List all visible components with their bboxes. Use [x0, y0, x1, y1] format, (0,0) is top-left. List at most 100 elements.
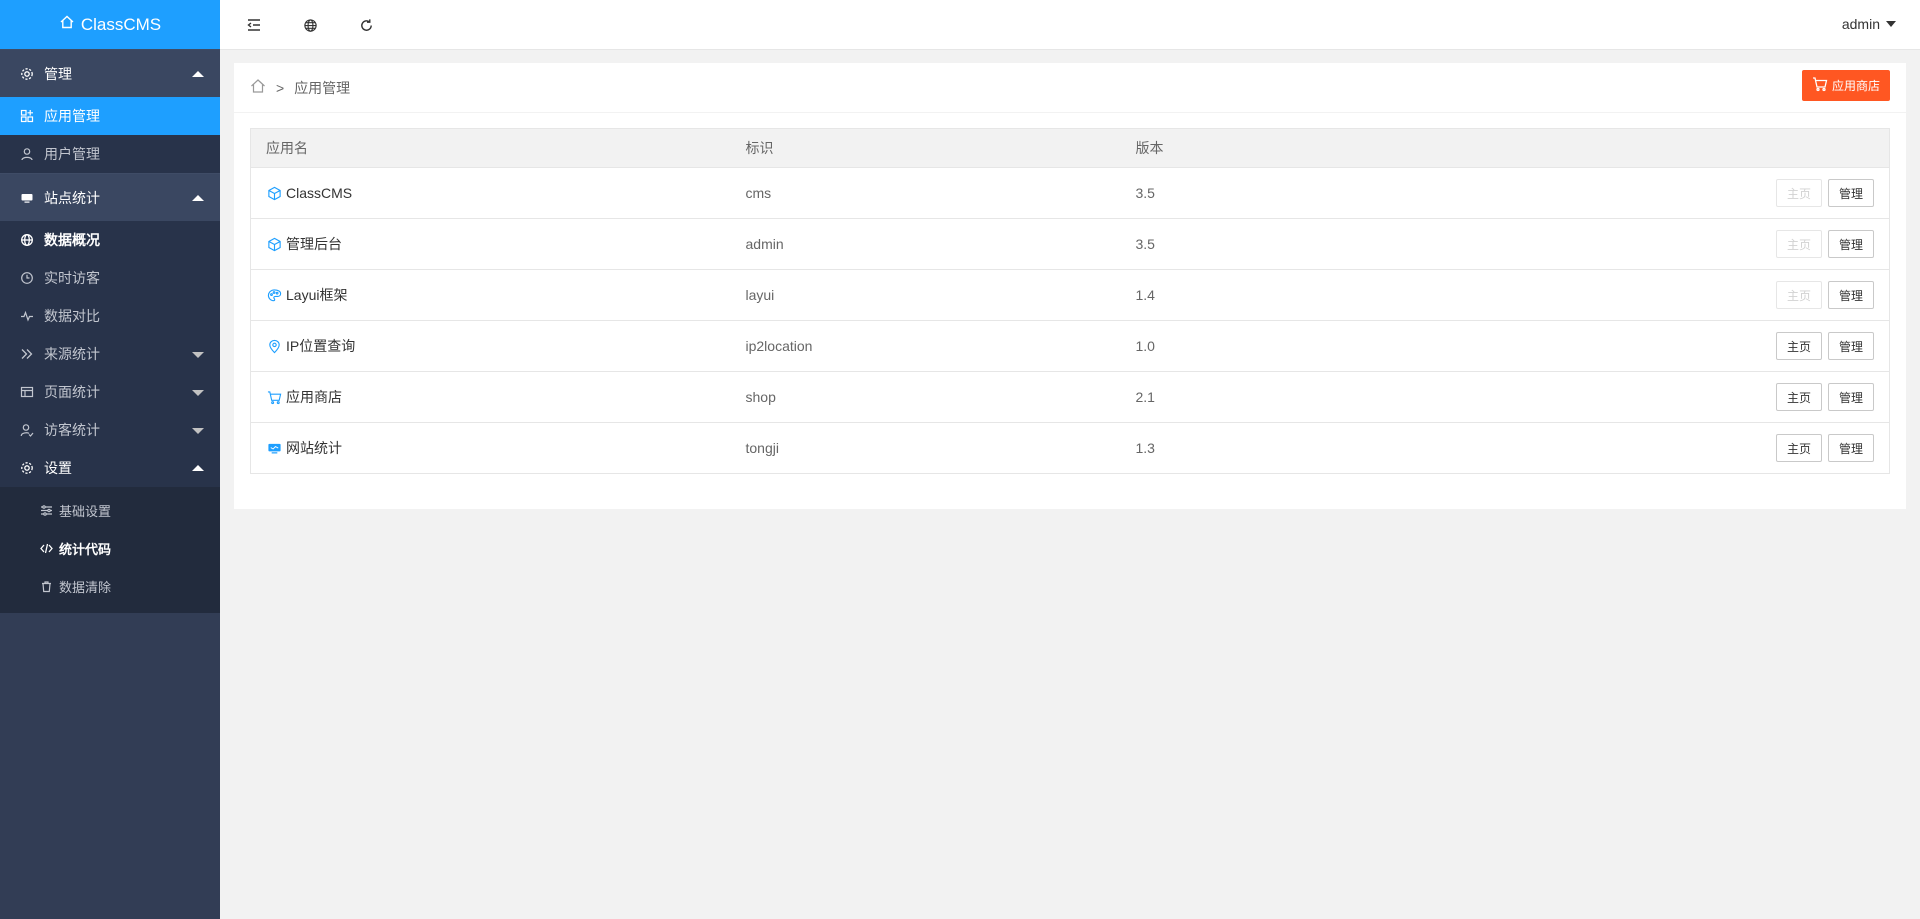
- app-version: 3.5: [1120, 218, 1521, 270]
- globe-icon[interactable]: [298, 13, 322, 37]
- nav-group-manage[interactable]: 管理: [0, 49, 220, 97]
- caret-up-icon: [192, 71, 204, 77]
- sidebar: ClassCMS 管理 应用管理 用户管理 站点统计 数据概况 实时访客 数据对…: [0, 0, 220, 919]
- logo[interactable]: ClassCMS: [0, 0, 220, 49]
- sidebar-item-label: 实时访客: [44, 270, 100, 286]
- app-version: 3.5: [1120, 167, 1521, 219]
- home-button[interactable]: 主页: [1775, 230, 1822, 258]
- monitor-icon: [266, 441, 282, 457]
- manage-button[interactable]: 管理: [1827, 179, 1874, 207]
- manage-button[interactable]: 管理: [1827, 281, 1874, 309]
- table-row: IP位置查询 ip2location 1.0 主页 管理: [250, 320, 1890, 372]
- sidebar-item-label: 数据对比: [44, 308, 100, 324]
- app-id: ip2location: [730, 320, 1121, 372]
- sidebar-item-label: 用户管理: [44, 146, 100, 162]
- home-button[interactable]: 主页: [1775, 383, 1822, 411]
- nav-group-stats[interactable]: 站点统计: [0, 173, 220, 221]
- home-button[interactable]: 主页: [1775, 332, 1822, 360]
- app-id: shop: [730, 371, 1121, 423]
- home-icon[interactable]: [250, 78, 266, 97]
- app-name: IP位置查询: [286, 338, 356, 354]
- user-check-icon: [20, 423, 34, 437]
- clock-icon: [20, 271, 34, 285]
- refresh-icon[interactable]: [354, 13, 378, 37]
- home-button[interactable]: 主页: [1775, 179, 1822, 207]
- app-version: 1.3: [1120, 422, 1521, 474]
- sidebar-item-realtime[interactable]: 实时访客: [0, 259, 220, 297]
- home-button[interactable]: 主页: [1775, 434, 1822, 462]
- breadcrumb: > 应用管理: [234, 63, 1906, 113]
- gear-icon: [20, 461, 34, 475]
- manage-button[interactable]: 管理: [1827, 383, 1874, 411]
- layout-icon: [20, 385, 34, 399]
- manage-button[interactable]: 管理: [1827, 230, 1874, 258]
- caret-up-icon: [192, 465, 204, 471]
- sidebar-item-source[interactable]: 来源统计: [0, 335, 220, 373]
- menu-fold-icon[interactable]: [242, 13, 266, 37]
- table-row: 网站统计 tongji 1.3 主页 管理: [250, 422, 1890, 474]
- app-name: ClassCMS: [286, 184, 353, 201]
- sidebar-item-app-manage[interactable]: 应用管理: [0, 97, 220, 135]
- app-name: 应用商店: [286, 389, 342, 405]
- home-icon: [59, 14, 75, 35]
- home-button[interactable]: 主页: [1775, 281, 1822, 309]
- caret-up-icon: [192, 195, 204, 201]
- app-store-button[interactable]: 应用商店: [1801, 70, 1890, 101]
- apps-icon: [20, 109, 34, 123]
- sidebar-item-label: 数据概况: [44, 232, 100, 248]
- sidebar-nav: 管理 应用管理 用户管理 站点统计 数据概况 实时访客 数据对比 来源统计 页面…: [0, 49, 220, 613]
- user-icon: [20, 147, 34, 161]
- main-card: > 应用管理 应用商店 应用名 标识 版本 ClassCMS cms 3.5 主…: [234, 63, 1906, 509]
- sidebar-item-data-clear[interactable]: 数据清除: [0, 567, 220, 605]
- cart-icon: [266, 390, 282, 406]
- app-name-cell: Layui框架: [250, 269, 731, 321]
- sidebar-item-label: 页面统计: [44, 384, 100, 400]
- col-header-version: 版本: [1120, 128, 1521, 168]
- nav-group-label: 设置: [44, 460, 72, 476]
- gear-icon: [20, 67, 34, 81]
- app-name: 网站统计: [286, 440, 342, 456]
- nav-group-settings[interactable]: 设置: [0, 449, 220, 487]
- breadcrumb-separator: >: [276, 79, 285, 96]
- app-version: 1.0: [1120, 320, 1521, 372]
- cube-icon: [266, 237, 282, 253]
- app-name-cell: 应用商店: [250, 371, 731, 423]
- app-ops: 主页 管理: [1520, 269, 1890, 321]
- app-ops: 主页 管理: [1520, 218, 1890, 270]
- cart-icon: [1812, 76, 1828, 95]
- app-version: 2.1: [1120, 371, 1521, 423]
- sidebar-item-label: 访客统计: [44, 422, 100, 438]
- app-name: Layui框架: [286, 287, 348, 303]
- app-name: 管理后台: [286, 236, 342, 252]
- sidebar-item-stat-code[interactable]: 统计代码: [0, 529, 220, 567]
- app-id: admin: [730, 218, 1121, 270]
- sidebar-item-data-overview[interactable]: 数据概况: [0, 221, 220, 259]
- sidebar-item-basic-settings[interactable]: 基础设置: [0, 491, 220, 529]
- palette-icon: [266, 288, 282, 304]
- sidebar-item-label: 来源统计: [44, 346, 100, 362]
- app-id: cms: [730, 167, 1121, 219]
- col-header-id: 标识: [730, 128, 1121, 168]
- app-store-label: 应用商店: [1831, 79, 1880, 93]
- sidebar-item-user-manage[interactable]: 用户管理: [0, 135, 220, 173]
- table-row: Layui框架 layui 1.4 主页 管理: [250, 269, 1890, 321]
- username: admin: [1841, 16, 1880, 32]
- app-id: layui: [730, 269, 1121, 321]
- app-name-cell: 网站统计: [250, 422, 731, 474]
- user-menu[interactable]: admin: [1842, 16, 1896, 32]
- table-row: 管理后台 admin 3.5 主页 管理: [250, 218, 1890, 270]
- sidebar-item-visitor[interactable]: 访客统计: [0, 411, 220, 449]
- col-header-ops: [1520, 128, 1890, 168]
- caret-down-icon: [192, 390, 204, 396]
- sidebar-item-compare[interactable]: 数据对比: [0, 297, 220, 335]
- sidebar-item-label: 基础设置: [59, 503, 112, 519]
- manage-button[interactable]: 管理: [1827, 434, 1874, 462]
- manage-button[interactable]: 管理: [1827, 332, 1874, 360]
- app-name-cell: 管理后台: [250, 218, 731, 270]
- globe-icon: [20, 233, 34, 247]
- app-name-cell: ClassCMS: [250, 167, 731, 219]
- sidebar-item-page[interactable]: 页面统计: [0, 373, 220, 411]
- caret-down-icon: [192, 428, 204, 434]
- app-ops: 主页 管理: [1520, 371, 1890, 423]
- double-chevron-icon: [20, 347, 34, 361]
